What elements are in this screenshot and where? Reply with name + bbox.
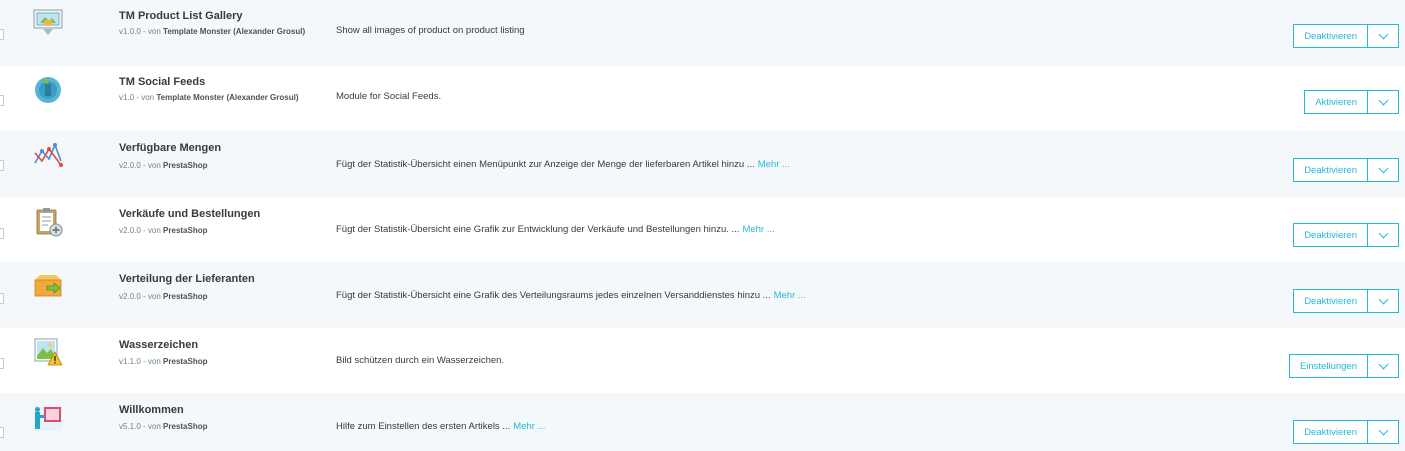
module-checkbox[interactable]: [0, 95, 4, 106]
module-name: Verteilung der Lieferanten: [119, 273, 255, 285]
more-link[interactable]: Mehr ...: [513, 421, 545, 432]
activate-button[interactable]: Aktivieren: [1304, 90, 1368, 114]
module-description: Module for Social Feeds.: [336, 91, 442, 102]
module-name: Verfügbare Mengen: [119, 142, 222, 154]
module-description: Bild schützen durch ein Wasserzeichen.: [336, 355, 505, 366]
module-checkbox[interactable]: [0, 29, 4, 40]
actions-dropdown-toggle[interactable]: [1368, 289, 1399, 313]
module-author: PrestaShop: [163, 357, 208, 366]
module-author: PrestaShop: [163, 422, 208, 431]
actions-dropdown-toggle[interactable]: [1368, 24, 1399, 48]
more-link[interactable]: Mehr ...: [742, 224, 774, 235]
module-meta: v1.1.0 - von PrestaShop: [119, 357, 208, 366]
actions-dropdown-toggle[interactable]: [1368, 90, 1399, 114]
chevron-down-icon: [1378, 425, 1388, 435]
module-author: PrestaShop: [163, 161, 208, 170]
module-row: Wasserzeichen v1.1.0 - von PrestaShop Bi…: [0, 328, 1405, 394]
module-row: Verteilung der Lieferanten v2.0.0 - von …: [0, 262, 1405, 328]
deactivate-button[interactable]: Deaktivieren: [1293, 158, 1368, 182]
module-actions: Deaktivieren: [1293, 24, 1399, 48]
social-feeds-icon: [35, 77, 61, 103]
actions-dropdown-toggle[interactable]: [1368, 420, 1399, 444]
chevron-down-icon: [1378, 163, 1388, 173]
module-description: Show all images of product on product li…: [336, 25, 525, 36]
module-row: TM Product List Gallery v1.0.0 - von Tem…: [0, 0, 1405, 66]
module-checkbox[interactable]: [0, 427, 4, 438]
module-author: PrestaShop: [163, 292, 208, 301]
actions-dropdown-toggle[interactable]: [1368, 223, 1399, 247]
module-name: Willkommen: [119, 404, 184, 416]
module-checkbox[interactable]: [0, 358, 4, 369]
module-description: Fügt der Statistik-Übersicht eine Grafik…: [336, 290, 806, 301]
module-meta: v2.0.0 - von PrestaShop: [119, 226, 208, 235]
module-actions: Deaktivieren: [1293, 289, 1399, 313]
module-meta: v1.0 - von Template Monster (Alexander G…: [119, 93, 299, 102]
watermark-icon: [34, 338, 63, 366]
module-meta: v2.0.0 - von PrestaShop: [119, 161, 208, 170]
gallery-icon: [33, 9, 63, 35]
chevron-down-icon: [1378, 294, 1388, 304]
module-actions: Deaktivieren: [1293, 420, 1399, 444]
line-chart-icon: [34, 142, 63, 167]
actions-dropdown-toggle[interactable]: [1368, 158, 1399, 182]
module-name: TM Social Feeds: [119, 76, 206, 88]
deactivate-button[interactable]: Deaktivieren: [1293, 289, 1368, 313]
module-row: Verfügbare Mengen v2.0.0 - von PrestaSho…: [0, 131, 1405, 197]
settings-button[interactable]: Einstellungen: [1288, 354, 1368, 378]
module-name: TM Product List Gallery: [119, 10, 243, 22]
module-checkbox[interactable]: [0, 160, 4, 171]
module-checkbox[interactable]: [0, 228, 4, 239]
module-actions: Deaktivieren: [1293, 158, 1399, 182]
module-author: Template Monster (Alexander Grosul): [156, 93, 299, 102]
module-list: TM Product List Gallery v1.0.0 - von Tem…: [0, 0, 1405, 451]
module-actions: Deaktivieren: [1293, 223, 1399, 247]
module-actions: Einstellungen: [1288, 354, 1399, 378]
chevron-down-icon: [1378, 228, 1388, 238]
module-name: Wasserzeichen: [119, 339, 199, 351]
chevron-down-icon: [1378, 95, 1388, 105]
more-link[interactable]: Mehr ...: [774, 290, 806, 301]
chevron-down-icon: [1378, 359, 1388, 369]
module-description: Fügt der Statistik-Übersicht eine Grafik…: [336, 224, 775, 235]
deactivate-button[interactable]: Deaktivieren: [1293, 420, 1368, 444]
module-checkbox[interactable]: [0, 293, 4, 304]
chevron-down-icon: [1378, 29, 1388, 39]
deactivate-button[interactable]: Deaktivieren: [1293, 223, 1368, 247]
module-meta: v1.0.0 - von Template Monster (Alexander…: [119, 27, 306, 36]
clipboard-icon: [36, 208, 63, 237]
module-author: Template Monster (Alexander Grosul): [163, 27, 306, 36]
module-name: Verkäufe und Bestellungen: [119, 208, 261, 220]
module-description: Hilfe zum Einstellen des ersten Artikels…: [336, 421, 546, 432]
module-actions: Aktivieren: [1304, 90, 1399, 114]
box-arrow-icon: [34, 275, 62, 297]
deactivate-button[interactable]: Deaktivieren: [1293, 24, 1368, 48]
welcome-icon: [34, 407, 62, 431]
module-row: Willkommen v5.1.0 - von PrestaShop Hilfe…: [0, 393, 1405, 451]
module-description: Fügt der Statistik-Übersicht einen Menüp…: [336, 159, 790, 170]
module-meta: v5.1.0 - von PrestaShop: [119, 422, 208, 431]
module-meta: v2.0.0 - von PrestaShop: [119, 292, 208, 301]
module-row: TM Social Feeds v1.0 - von Template Mons…: [0, 66, 1405, 132]
module-row: Verkäufe und Bestellungen v2.0.0 - von P…: [0, 197, 1405, 263]
more-link[interactable]: Mehr ...: [758, 159, 790, 170]
module-author: PrestaShop: [163, 226, 208, 235]
actions-dropdown-toggle[interactable]: [1368, 354, 1399, 378]
